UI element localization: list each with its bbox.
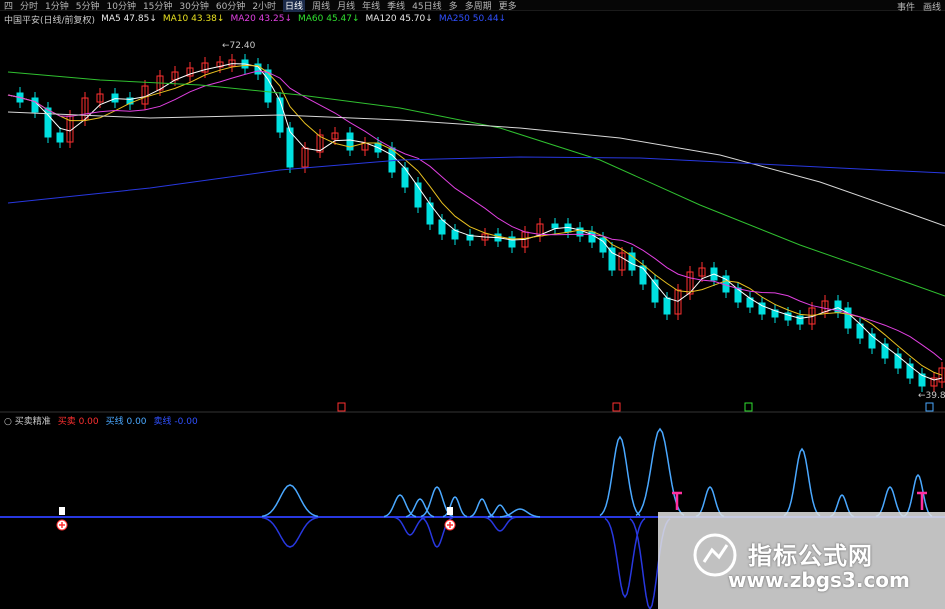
candle-body	[608, 247, 616, 271]
ma120-line	[7, 111, 945, 227]
buy-line	[903, 473, 933, 517]
signal-flag-icon	[744, 402, 753, 412]
sell-line	[483, 516, 517, 532]
candle-body	[628, 252, 636, 271]
low-price-label: ←39.8	[918, 391, 945, 401]
candle-body	[438, 219, 446, 235]
indicator-name: ○ 买卖精准	[4, 416, 51, 427]
indicator-legend-item: 买卖 0.00	[57, 416, 99, 427]
candle-body	[844, 307, 852, 329]
indicator-legend-item: 卖线 -0.00	[153, 416, 198, 427]
watermark-title: 指标公式网	[748, 542, 873, 570]
candle-body	[56, 132, 64, 143]
candle-body	[31, 97, 39, 113]
buy-line	[783, 447, 821, 517]
candle-body	[796, 315, 804, 325]
watermark: 指标公式网 www.zbgs3.com	[658, 512, 945, 609]
signal-flag-icon	[612, 402, 621, 412]
high-price-label: ←72.40	[222, 41, 256, 51]
buy-line	[599, 435, 641, 517]
candle-body	[111, 93, 119, 103]
buy-line	[469, 498, 495, 518]
ma60-line	[7, 71, 945, 297]
signal-flag-icon	[337, 402, 346, 412]
buy-line	[442, 496, 468, 518]
buy-signal-tick	[447, 507, 453, 515]
buy-line	[261, 484, 319, 518]
ma250-line	[7, 156, 945, 204]
candle-body	[734, 287, 742, 303]
indicator-legend: ○ 买卖精准 买卖 0.00 买线 0.00 卖线 -0.00	[4, 414, 198, 427]
ma5-line	[7, 63, 943, 381]
candle-body	[551, 223, 559, 229]
sell-line	[604, 517, 646, 599]
sell-line	[393, 516, 427, 536]
sell-line	[261, 516, 319, 548]
buy-signal-tick	[59, 507, 65, 515]
candle-body	[663, 297, 671, 315]
signal-flag-icon	[925, 402, 934, 412]
ma10-line	[7, 64, 943, 376]
watermark-url: www.zbgs3.com	[728, 568, 910, 592]
indicator-legend-item: 买线 0.00	[105, 416, 147, 427]
